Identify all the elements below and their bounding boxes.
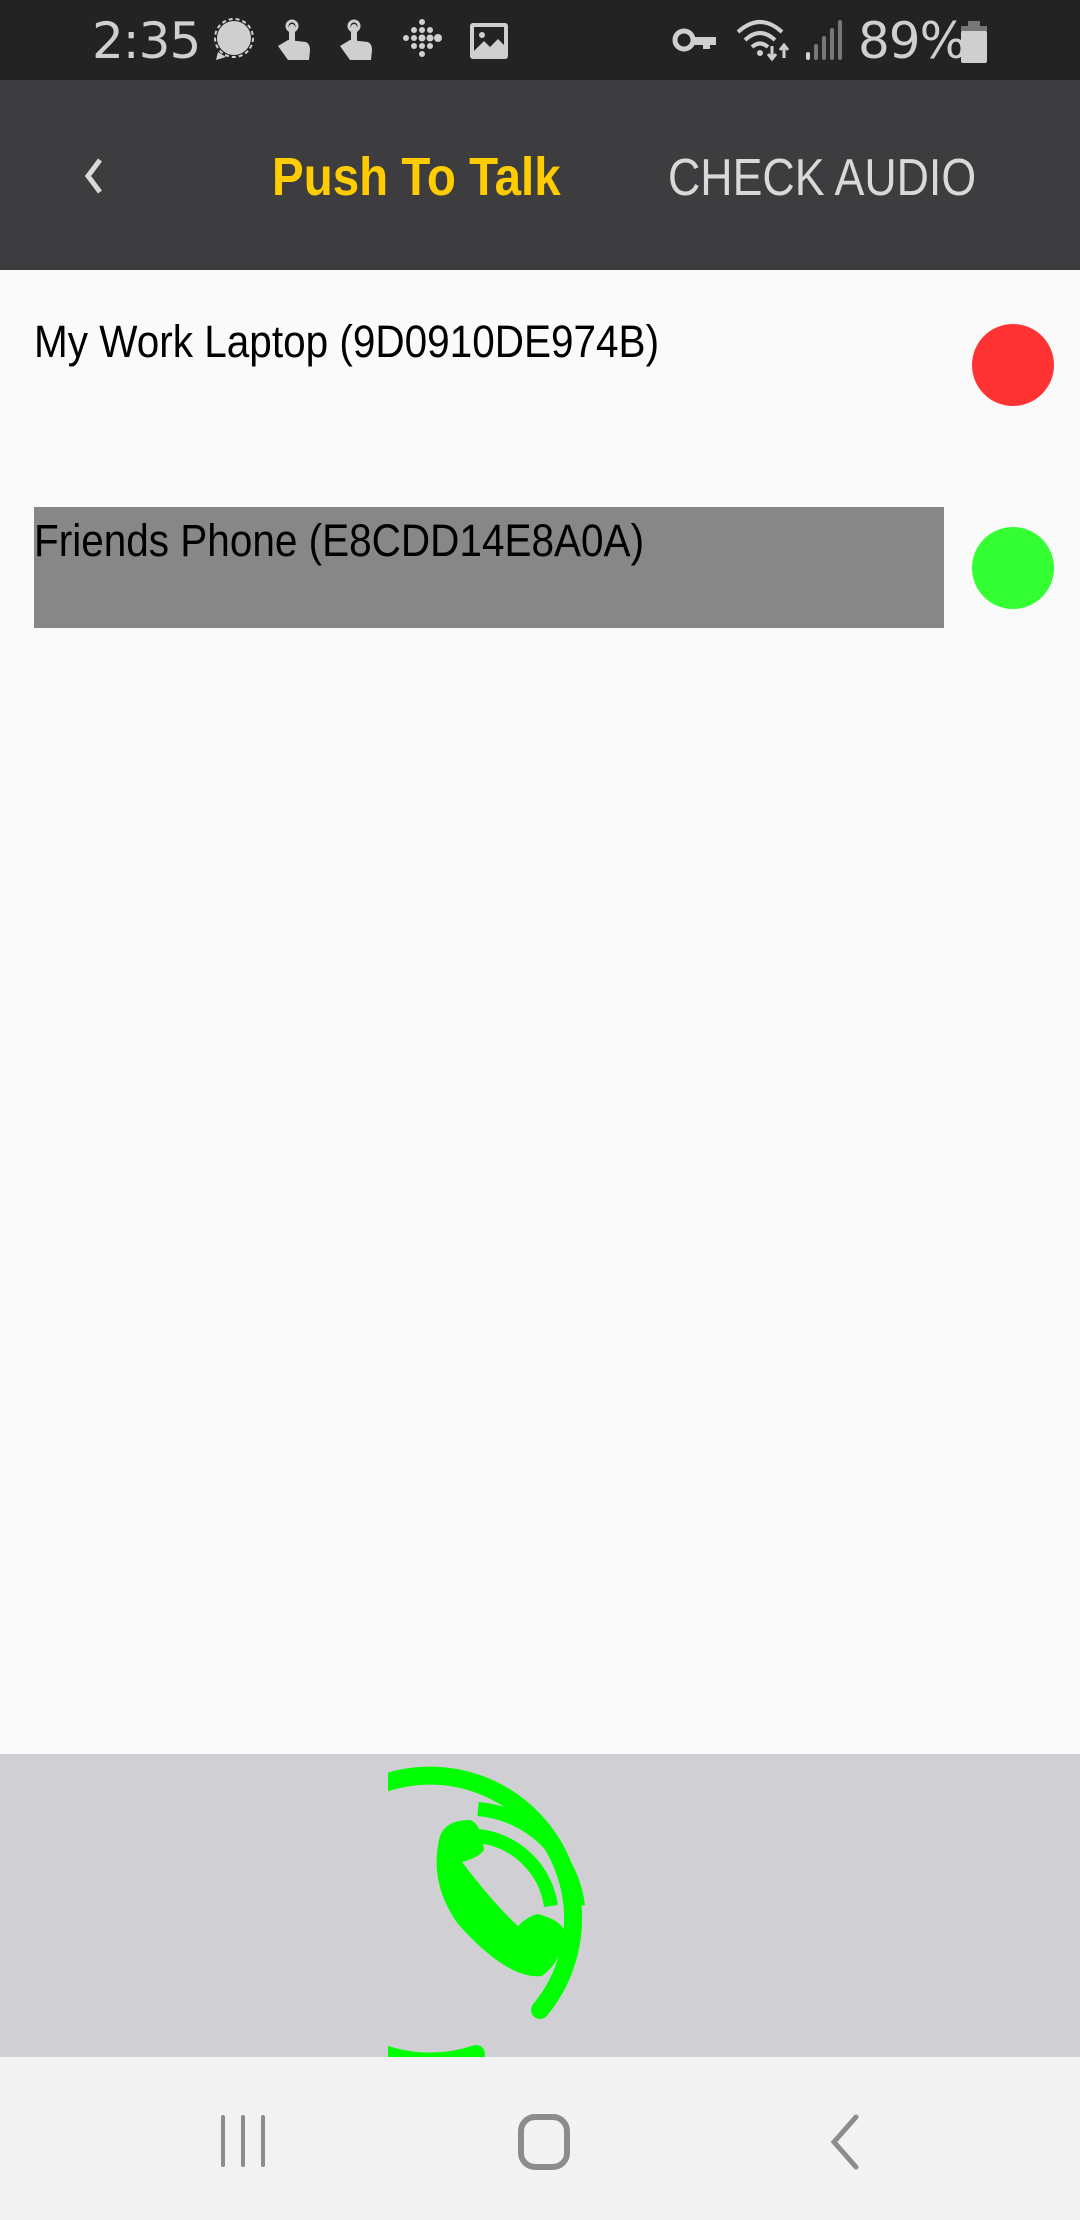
home-icon[interactable] [499,2107,589,2177]
system-nav-bar [0,2057,1080,2220]
status-indicator-offline [972,324,1054,406]
device-label: Friends Phone (E8CDD14E8A0A) [34,515,645,566]
cell-signal-icon [806,20,842,60]
vpn-key-icon [672,28,716,52]
battery-icon [961,21,987,63]
device-label: My Work Laptop (9D0910DE974B) [34,316,660,367]
phone-call-icon [388,1766,585,2057]
app-header: Push To Talk CHECK AUDIO [0,80,1080,270]
device-row-selected[interactable]: Friends Phone (E8CDD14E8A0A) [34,507,944,628]
touch-gesture-icon [340,19,372,60]
back-button[interactable] [74,146,114,206]
fitbit-icon [403,19,442,57]
wifi-icon [736,20,790,62]
back-icon[interactable] [800,2107,890,2177]
device-row[interactable]: My Work Laptop (9D0910DE974B) [34,316,944,437]
check-audio-button[interactable]: CHECK AUDIO [668,148,976,208]
signal-messenger-icon [214,18,254,60]
status-bar: 2:35 89% [0,0,1080,80]
recent-apps-icon[interactable] [198,2107,288,2177]
touch-gesture-icon [278,19,310,60]
gallery-icon [470,23,508,59]
push-to-talk-button[interactable] [388,1754,692,2057]
status-indicator-online [972,527,1054,609]
page-title: Push To Talk [272,147,561,207]
battery-percent: 89% [858,12,967,70]
status-time: 2:35 [92,12,201,70]
